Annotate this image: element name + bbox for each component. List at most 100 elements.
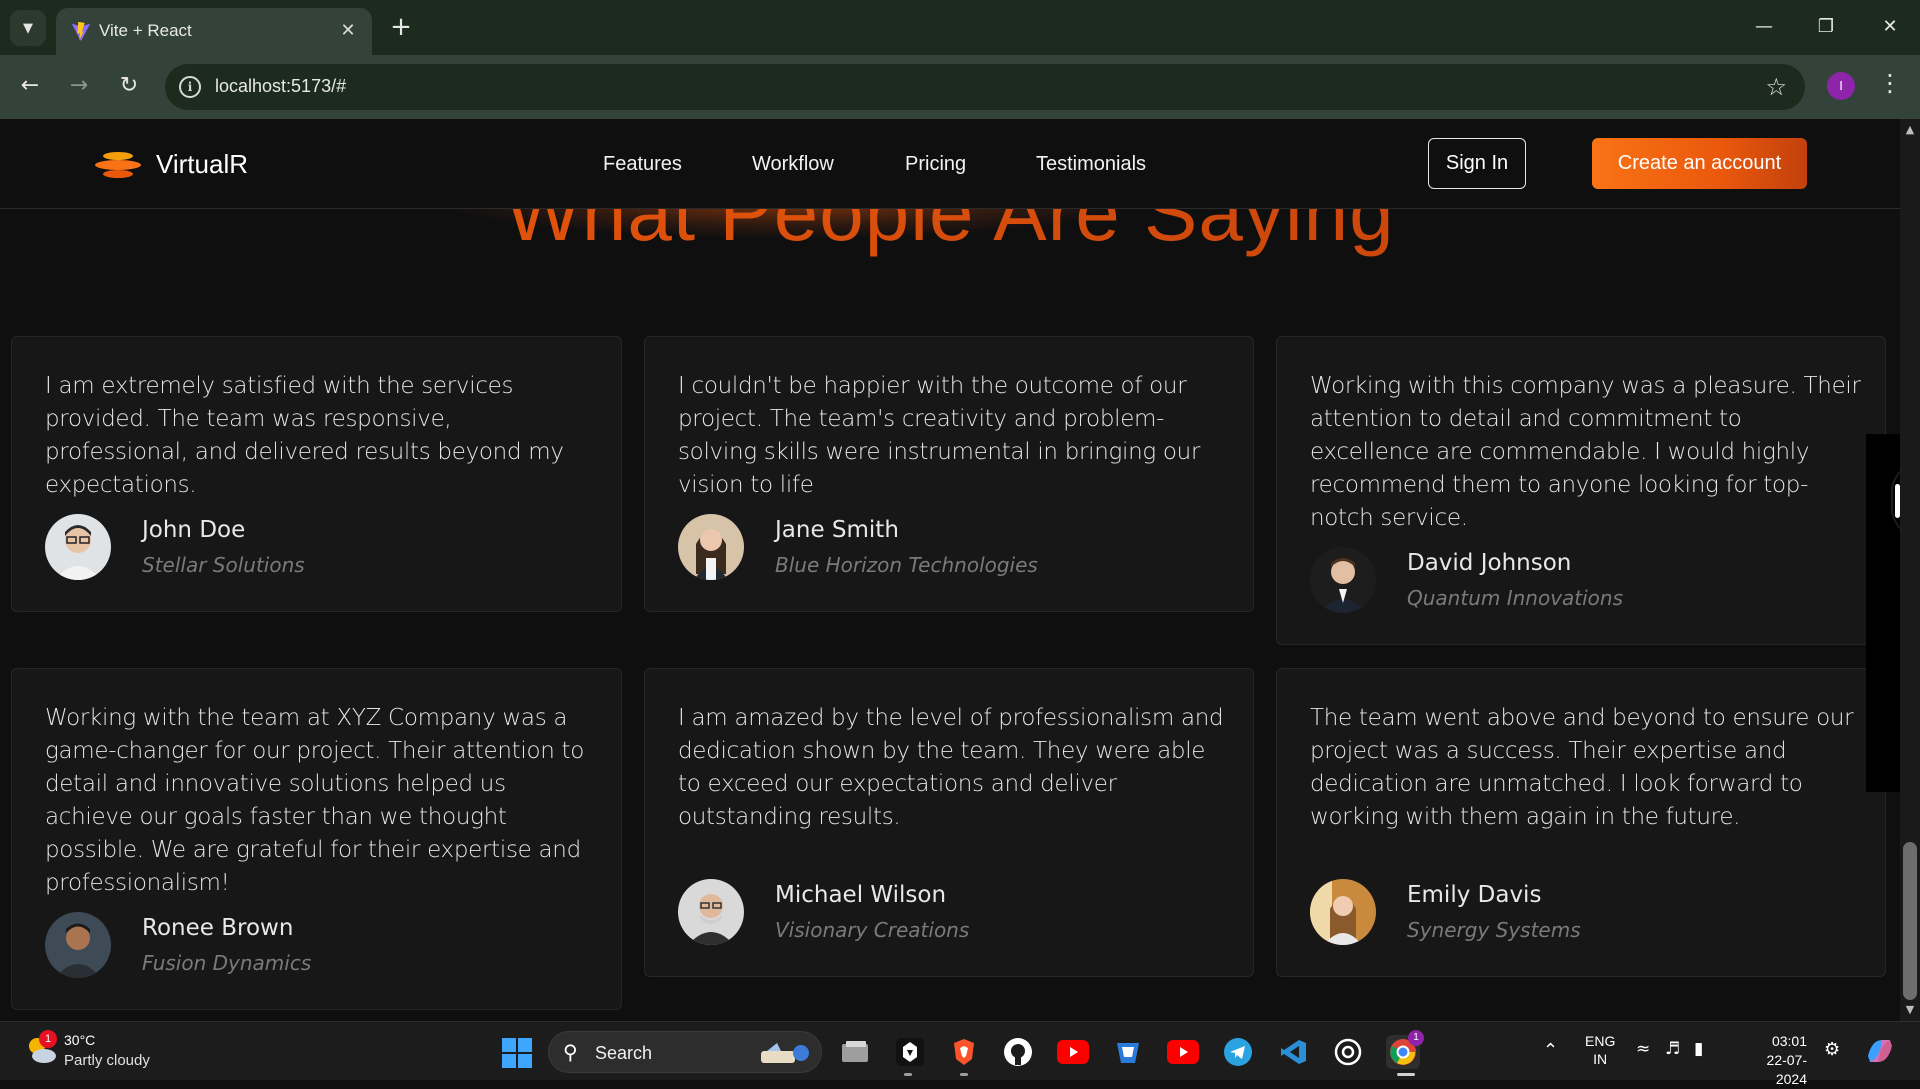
side-panel-grip-icon — [1895, 484, 1900, 518]
chrome-badge: 1 — [1408, 1030, 1424, 1046]
brave-browser-icon[interactable] — [947, 1035, 981, 1069]
windows-start-icon[interactable] — [502, 1038, 532, 1068]
browser-menu-icon[interactable]: ⋮ — [1878, 69, 1902, 97]
volume-icon[interactable]: ♬ — [1665, 1039, 1680, 1059]
notification-bell-icon[interactable]: ⚙ — [1824, 1039, 1840, 1060]
wifi-icon[interactable]: ≈ — [1636, 1039, 1650, 1059]
search-icon: ⚲ — [563, 1040, 578, 1064]
logo-icon — [95, 152, 141, 178]
sign-in-button[interactable]: Sign In — [1428, 138, 1526, 189]
file-explorer-icon[interactable] — [838, 1035, 872, 1069]
testimonial-text: Working with this company was a pleasure… — [1310, 373, 1861, 531]
clock-date: 22-07-2024 — [1766, 1052, 1807, 1087]
restore-button[interactable]: ❐ — [1806, 8, 1846, 46]
scroll-down-icon[interactable]: ▼ — [1900, 1003, 1920, 1017]
taskbar-search[interactable]: ⚲ Search — [548, 1031, 822, 1073]
browser-tab-bar: ▼ Vite + React ✕ + — ❐ ✕ — [0, 0, 1920, 55]
youtube-alt-icon[interactable] — [1166, 1035, 1200, 1069]
testimonial-text: The team went above and beyond to ensure… — [1310, 705, 1854, 830]
close-window-button[interactable]: ✕ — [1870, 8, 1910, 46]
site-info-icon[interactable]: i — [179, 76, 201, 98]
person-name: Michael Wilson — [775, 882, 947, 908]
browser-tab-active[interactable]: Vite + React ✕ — [56, 8, 372, 55]
scroll-thumb[interactable] — [1903, 842, 1917, 1000]
vscode-icon[interactable] — [1276, 1035, 1310, 1069]
bookmark-star-icon[interactable]: ☆ — [1765, 73, 1787, 101]
region-code: IN — [1593, 1051, 1608, 1067]
browser-toolbar: ← → ↻ i localhost:5173/# ☆ I ⋮ — [0, 55, 1920, 119]
minimize-button[interactable]: — — [1744, 8, 1784, 46]
system-clock[interactable]: 03:01 22-07-2024 — [1737, 1032, 1807, 1089]
nav-workflow[interactable]: Workflow — [752, 153, 834, 176]
url-text[interactable]: localhost:5173/# — [215, 76, 346, 97]
company-name: Fusion Dynamics — [142, 951, 312, 975]
scroll-up-icon[interactable]: ▲ — [1900, 123, 1920, 137]
company-name: Synergy Systems — [1407, 918, 1581, 942]
avatar — [45, 912, 111, 978]
company-name: Quantum Innovations — [1407, 586, 1624, 610]
testimonial-card: I am amazed by the level of professional… — [644, 668, 1254, 977]
brand-name[interactable]: VirtualR — [156, 149, 248, 180]
side-panel-handle[interactable] — [1866, 434, 1900, 792]
page-viewport: What People Are Saying VirtualR Features… — [0, 119, 1900, 1021]
battery-icon[interactable]: ▮ — [1694, 1039, 1703, 1059]
active-indicator — [1397, 1073, 1415, 1076]
search-label: Search — [595, 1043, 653, 1063]
testimonial-card: I couldn't be happier with the outcome o… — [644, 336, 1254, 612]
back-arrow-icon[interactable]: ← — [15, 71, 45, 101]
telegram-icon[interactable] — [1221, 1035, 1255, 1069]
new-tab-button[interactable]: + — [386, 10, 416, 44]
person-name: John Doe — [142, 517, 246, 543]
dashboard-app-icon[interactable] — [1111, 1035, 1145, 1069]
company-name: Blue Horizon Technologies — [775, 553, 1038, 577]
terminal-app-icon[interactable] — [893, 1035, 927, 1069]
person-name: Ronee Brown — [142, 915, 294, 941]
vite-favicon-icon — [71, 21, 91, 42]
address-bar[interactable]: i localhost:5173/# ☆ — [165, 64, 1805, 110]
forward-arrow-icon[interactable]: → — [64, 71, 94, 101]
tab-close-icon[interactable]: ✕ — [336, 19, 360, 43]
avatar — [678, 514, 744, 580]
testimonial-text: I couldn't be happier with the outcome o… — [678, 373, 1201, 498]
page-scrollbar[interactable]: ▲ ▼ — [1900, 119, 1920, 1021]
reload-icon[interactable]: ↻ — [114, 71, 144, 101]
testimonial-card: Working with this company was a pleasure… — [1276, 336, 1886, 645]
company-name: Visionary Creations — [775, 918, 970, 942]
language-indicator[interactable]: ENG IN — [1585, 1032, 1615, 1068]
show-hidden-icons-icon[interactable]: ⌃ — [1543, 1040, 1558, 1061]
weather-condition[interactable]: Partly cloudy — [64, 1052, 150, 1069]
testimonial-text: I am amazed by the level of professional… — [678, 705, 1224, 830]
testimonial-card: Working with the team at XYZ Company was… — [11, 668, 622, 1010]
testimonial-text: I am extremely satisfied with the servic… — [45, 373, 564, 498]
github-icon[interactable] — [1001, 1035, 1035, 1069]
weather-badge: 1 — [39, 1030, 57, 1048]
avatar — [1310, 547, 1376, 613]
profile-avatar[interactable]: I — [1827, 72, 1855, 100]
testimonial-text: Working with the team at XYZ Company was… — [45, 705, 585, 896]
language-code: ENG — [1585, 1033, 1616, 1049]
testimonial-card: The team went above and beyond to ensure… — [1276, 668, 1886, 977]
avatar — [678, 879, 744, 945]
person-name: Emily Davis — [1407, 882, 1542, 908]
nav-features[interactable]: Features — [603, 153, 682, 176]
person-name: David Johnson — [1407, 550, 1572, 576]
avatar — [45, 514, 111, 580]
weather-temperature[interactable]: 30°C — [64, 1032, 95, 1048]
tab-search-button[interactable]: ▼ — [10, 10, 46, 46]
nav-testimonials[interactable]: Testimonials — [1036, 153, 1146, 176]
testimonial-card: I am extremely satisfied with the servic… — [11, 336, 622, 612]
nav-pricing[interactable]: Pricing — [905, 153, 966, 176]
site-header: VirtualR Features Workflow Pricing Testi… — [0, 119, 1900, 209]
tab-title: Vite + React — [99, 21, 192, 40]
company-name: Stellar Solutions — [142, 553, 305, 577]
copilot-icon[interactable] — [1864, 1036, 1896, 1066]
taskbar: 1 30°C Partly cloudy ⚲ Search 1 ⌃ ENG IN… — [0, 1021, 1920, 1087]
chatgpt-icon[interactable] — [1331, 1035, 1365, 1069]
running-indicator — [904, 1073, 912, 1076]
avatar — [1310, 879, 1376, 945]
youtube-icon[interactable] — [1056, 1035, 1090, 1069]
search-highlight-icon — [761, 1043, 809, 1063]
create-account-button[interactable]: Create an account — [1592, 138, 1807, 189]
clock-time: 03:01 — [1771, 1033, 1807, 1049]
person-name: Jane Smith — [775, 517, 899, 543]
